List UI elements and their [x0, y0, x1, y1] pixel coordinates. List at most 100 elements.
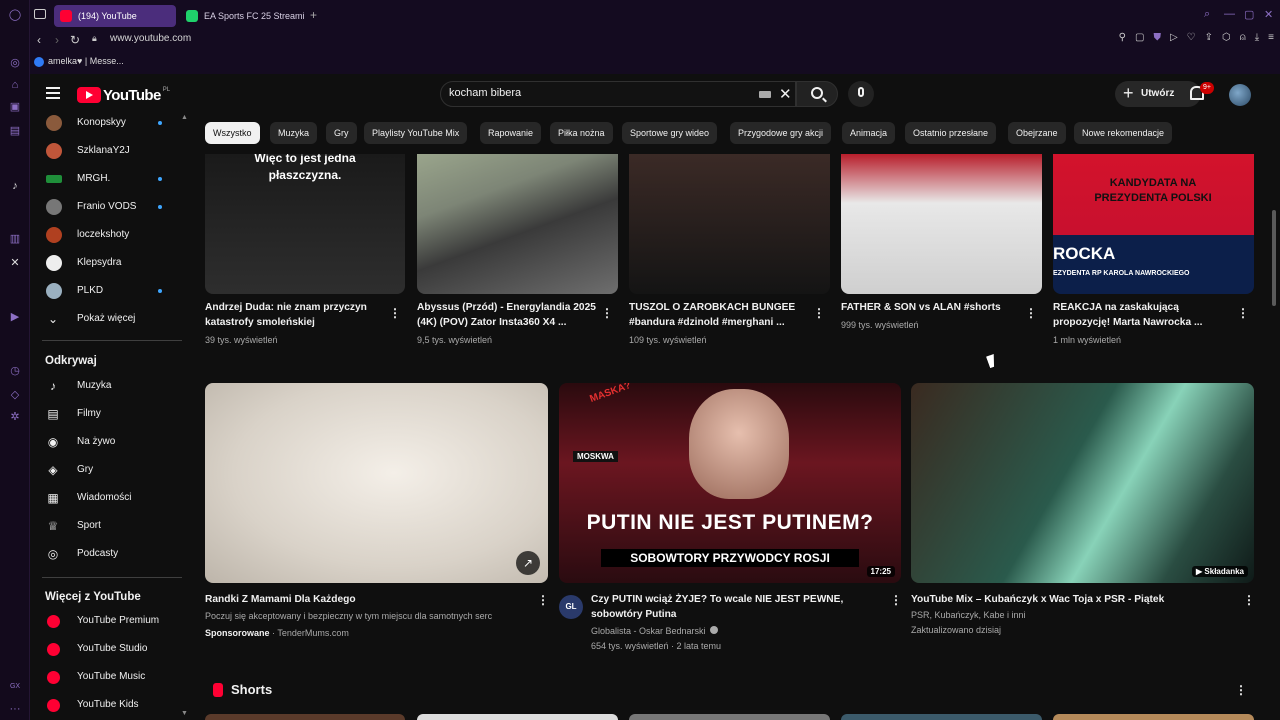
chip-games[interactable]: Gry	[326, 122, 357, 144]
tab-manager-icon[interactable]	[34, 9, 46, 19]
chip-action-adventure[interactable]: Przygodowe gry akcji	[730, 122, 832, 144]
video-title[interactable]: Abyssus (Przód) - Energylandia 2025 (4K)…	[417, 300, 599, 330]
chip-all[interactable]: Wszystko	[205, 122, 260, 144]
search-button[interactable]	[796, 81, 838, 107]
x-icon[interactable]: ✕	[8, 256, 22, 270]
download-icon[interactable]: ⤓	[1255, 32, 1259, 48]
ad-thumbnail[interactable]: ↗	[205, 383, 548, 583]
more-options-icon[interactable]: ⋮	[1237, 306, 1249, 320]
subscription-item[interactable]: Konopskyy	[30, 110, 186, 136]
pinboard-icon[interactable]: ◇	[8, 388, 22, 402]
tab-youtube[interactable]: (194) YouTube	[54, 5, 176, 27]
extensions-icon[interactable]: ▣	[8, 100, 22, 114]
hamburger-menu-icon[interactable]	[46, 87, 60, 99]
scroll-down-icon[interactable]: ▼	[181, 710, 188, 717]
short-thumbnail[interactable]	[417, 714, 618, 720]
explore-item-music[interactable]: ♪ Muzyka	[30, 373, 186, 399]
clear-search-icon[interactable]: ✕	[779, 85, 792, 103]
extensions-toolbar-icon[interactable]: ⬡	[1222, 32, 1231, 48]
settings-icon[interactable]: ✲	[8, 410, 22, 424]
new-tab-button[interactable]: +	[310, 9, 322, 21]
maximize-icon[interactable]: ▢	[1244, 8, 1254, 21]
ad-title[interactable]: Randki Z Mamami Dla Każdego	[205, 592, 525, 607]
more-options-icon[interactable]: ⋮	[537, 593, 549, 607]
player-icon[interactable]: ▶	[8, 310, 22, 324]
video-thumbnail[interactable]: Więc to jest jedna płaszczyzna.	[205, 154, 405, 294]
aria-icon[interactable]: ◎	[8, 56, 22, 70]
explore-item-sport[interactable]: ♕ Sport	[30, 513, 186, 539]
vpn-icon[interactable]: ⛊	[1153, 32, 1161, 48]
subscription-item[interactable]: Franio VODS	[30, 194, 186, 220]
channel-avatar[interactable]: GL	[559, 595, 583, 619]
chip-watched[interactable]: Obejrzane	[1008, 122, 1066, 144]
menu-icon[interactable]: ≡	[1268, 32, 1274, 48]
create-button[interactable]: Utwórz	[1115, 80, 1201, 107]
video-title[interactable]: Andrzej Duda: nie znam przyczyn katastro…	[205, 300, 385, 330]
heart-icon[interactable]: ♡	[1187, 32, 1196, 48]
back-icon[interactable]: ‹	[32, 32, 46, 48]
tiktok-icon[interactable]: ♪	[8, 179, 22, 193]
video-thumbnail[interactable]	[841, 154, 1042, 294]
chip-recently-uploaded[interactable]: Ostatnio przesłane	[905, 122, 997, 144]
subscription-item[interactable]: PLKD	[30, 278, 186, 304]
chip-football[interactable]: Piłka nożna	[550, 122, 613, 144]
more-item-premium[interactable]: YouTube Premium	[30, 608, 186, 634]
more-item-studio[interactable]: YouTube Studio	[30, 636, 186, 662]
mix-title[interactable]: YouTube Mix – Kubańczyk x Wac Toja x PSR…	[911, 592, 1231, 607]
more-item-music[interactable]: YouTube Music	[30, 664, 186, 690]
twitch-icon[interactable]: ▥	[8, 232, 22, 246]
chip-sports-games[interactable]: Sportowe gry wideo	[622, 122, 718, 144]
short-thumbnail[interactable]	[629, 714, 830, 720]
more-item-kids[interactable]: YouTube Kids	[30, 692, 186, 718]
minimize-icon[interactable]: —	[1224, 8, 1235, 20]
reload-icon[interactable]: ↻	[68, 32, 82, 48]
search-input[interactable]	[449, 87, 749, 99]
video-channel[interactable]: Globalista - Oskar Bednarski	[591, 624, 718, 638]
video-thumbnail[interactable]	[417, 154, 618, 294]
more-options-icon[interactable]: ⋮	[389, 306, 401, 320]
youtube-logo[interactable]: YouTube PL	[77, 86, 170, 104]
video-title[interactable]: Czy PUTIN wciąż ŻYJE? To wcale NIE JEST …	[591, 592, 871, 622]
messenger-icon[interactable]: ▤	[8, 124, 22, 138]
bookmark-messenger[interactable]: amelka♥ | Messe...	[34, 56, 124, 67]
pin-icon[interactable]: ⚲	[1119, 32, 1126, 48]
external-link-icon[interactable]: ↗	[516, 551, 540, 575]
short-thumbnail[interactable]	[1053, 714, 1254, 720]
page-scrollbar[interactable]	[1272, 210, 1276, 306]
workspace-icon[interactable]: ⌂	[8, 78, 22, 92]
more-icon[interactable]: ···	[8, 702, 22, 716]
explore-item-news[interactable]: ▦ Wiadomości	[30, 485, 186, 511]
show-more-button[interactable]: ⌄ Pokaż więcej	[30, 306, 186, 332]
account-icon[interactable]: ⍝	[1240, 32, 1246, 48]
mix-thumbnail[interactable]: ▶︎ Składanka	[911, 383, 1254, 583]
video-title[interactable]: REAKCJA na zaskakującą propozycję! Marta…	[1053, 300, 1235, 330]
chip-new-recommendations[interactable]: Nowe rekomendacje	[1074, 122, 1173, 144]
short-thumbnail[interactable]	[841, 714, 1042, 720]
more-options-icon[interactable]: ⋮	[890, 593, 902, 607]
explore-item-podcasts[interactable]: ◎ Podcasty	[30, 541, 186, 567]
keyboard-icon[interactable]	[759, 91, 771, 98]
history-icon[interactable]: ◷	[8, 364, 22, 378]
gx-icon[interactable]: GX	[8, 680, 22, 694]
url-field[interactable]: www.youtube.com	[110, 33, 191, 44]
account-avatar[interactable]	[1229, 84, 1251, 106]
video-title[interactable]: TUSZOL O ZAROBKACH BUNGEE #bandura #dzin…	[629, 300, 811, 330]
chip-animation[interactable]: Animacja	[842, 122, 896, 144]
shorts-more-options-icon[interactable]: ⋮	[1235, 683, 1247, 697]
more-options-icon[interactable]: ⋮	[1025, 306, 1037, 320]
close-window-icon[interactable]: ✕	[1264, 8, 1273, 21]
explore-item-games[interactable]: ◈ Gry	[30, 457, 186, 483]
video-thumbnail[interactable]: MASKA? MOSKWA PUTIN NIE JEST PUTINEM? SO…	[559, 383, 901, 583]
forward-icon[interactable]: ›	[50, 32, 64, 48]
subscription-item[interactable]: Klepsydra	[30, 250, 186, 276]
voice-search-button[interactable]	[848, 81, 874, 107]
ad-domain[interactable]: · TenderMums.com	[272, 628, 349, 638]
subscription-item[interactable]: loczekshoty	[30, 222, 186, 248]
subscription-item[interactable]: MRGH.	[30, 166, 186, 192]
more-options-icon[interactable]: ⋮	[1243, 593, 1255, 607]
opera-logo-icon[interactable]: ◯	[8, 8, 22, 22]
more-options-icon[interactable]: ⋮	[601, 306, 613, 320]
play-icon[interactable]: ▷	[1170, 32, 1178, 48]
short-thumbnail[interactable]	[205, 714, 405, 720]
chip-mix-playlists[interactable]: Playlisty YouTube Mix	[364, 122, 468, 144]
